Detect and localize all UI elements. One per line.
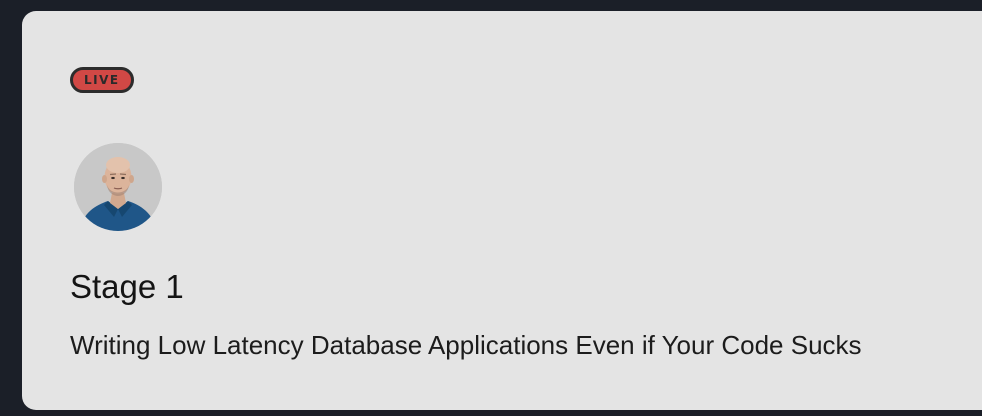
- speaker-avatar: [74, 143, 162, 231]
- stage-title: Stage 1: [70, 268, 184, 305]
- talk-title: Writing Low Latency Database Application…: [70, 330, 862, 360]
- live-badge: LIVE: [70, 67, 134, 93]
- live-badge-label: LIVE: [84, 73, 120, 87]
- session-card[interactable]: LIVE Stage 1 Writing Low Latency Databas…: [22, 11, 982, 410]
- speaker-portrait-icon: [74, 143, 162, 231]
